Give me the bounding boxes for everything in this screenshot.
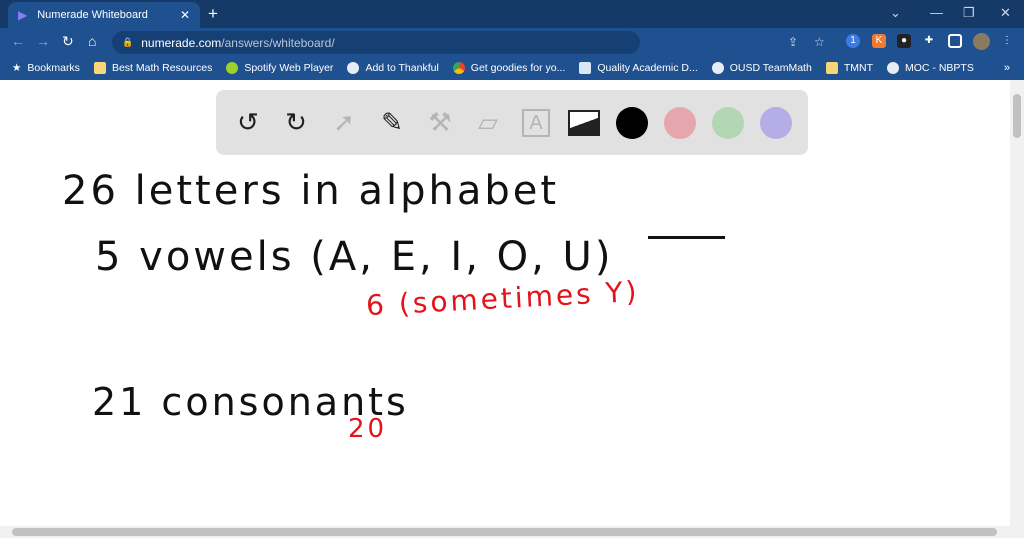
side-panel-icon[interactable] — [948, 34, 962, 48]
whiteboard-toolbar: ↺ ↻ ➚ ✎ ⚒ ▱ A — [216, 90, 808, 155]
back-button[interactable]: ← — [11, 33, 25, 49]
bookmarks-menu[interactable]: ★ Bookmarks — [12, 62, 80, 74]
home-button[interactable]: ⌂ — [88, 33, 96, 49]
address-bar[interactable]: 🔒 numerade.com/answers/whiteboard/ ⇪ ☆ — [112, 31, 825, 54]
globe-icon — [347, 62, 360, 74]
bookmark-label: Get goodies for yo... — [470, 62, 566, 74]
bookmark-item[interactable]: TMNT — [825, 62, 873, 74]
bookmark-item[interactable]: Spotify Web Player — [226, 62, 333, 74]
handwriting-note-20: 20 — [348, 414, 388, 444]
bookmark-label: TMNT — [843, 62, 873, 74]
select-pointer-icon[interactable]: ➚ — [328, 107, 360, 139]
bookmark-item[interactable]: Add to Thankful — [347, 62, 439, 74]
share-icon[interactable]: ⇪ — [788, 35, 798, 49]
doc-icon — [579, 62, 592, 74]
extensions-puzzle-icon[interactable]: ✚ — [922, 34, 936, 48]
bookmark-item[interactable]: OUSD TeamMath — [711, 62, 812, 74]
tab-title: Numerade Whiteboard — [37, 9, 148, 21]
folder-icon — [93, 62, 106, 74]
forward-button[interactable]: → — [36, 33, 50, 49]
color-green-swatch[interactable] — [712, 106, 744, 139]
password-extension-icon[interactable]: 1 — [846, 34, 860, 48]
globe-icon — [711, 62, 724, 74]
image-icon[interactable] — [568, 107, 600, 139]
close-window-button[interactable]: ✕ — [1000, 5, 1011, 21]
tab-numerade-whiteboard[interactable]: ▶ Numerade Whiteboard ✕ — [8, 2, 200, 28]
tools-icon[interactable]: ⚒ — [424, 107, 456, 139]
bookmark-label: OUSD TeamMath — [729, 62, 812, 74]
bookmark-star-icon[interactable]: ☆ — [814, 35, 825, 49]
bookmark-label: Quality Academic D... — [597, 62, 698, 74]
color-purple-swatch[interactable] — [760, 106, 792, 139]
folder-icon — [825, 62, 838, 74]
new-tab-button[interactable]: + — [208, 4, 218, 24]
close-tab-icon[interactable]: ✕ — [180, 8, 190, 22]
bookmark-label: Bookmarks — [27, 62, 80, 74]
url-path: /answers/whiteboard/ — [221, 35, 335, 50]
bookmark-item[interactable]: Quality Academic D... — [579, 62, 698, 74]
redo-icon[interactable]: ↻ — [280, 107, 312, 139]
profile-avatar[interactable] — [973, 33, 990, 50]
minimize-button[interactable]: — — [930, 5, 943, 20]
text-tool-icon[interactable]: A — [520, 107, 552, 139]
numerade-logo-icon: ▶ — [18, 8, 28, 22]
color-pink-swatch[interactable] — [664, 106, 696, 139]
pencil-icon[interactable]: ✎ — [376, 107, 408, 139]
bookmark-label: Spotify Web Player — [244, 62, 334, 74]
bookmark-label: Add to Thankful — [365, 62, 439, 74]
bookmarks-bar: ★ Bookmarks Best Math Resources Spotify W… — [0, 56, 1024, 80]
drawn-line — [648, 236, 725, 239]
camera-extension-icon[interactable]: ● — [897, 34, 911, 48]
chrome-icon — [452, 62, 465, 74]
bookmark-label: MOC - NBPTS — [905, 62, 974, 74]
undo-icon[interactable]: ↺ — [232, 107, 264, 139]
wordpress-icon — [887, 62, 899, 74]
menu-icon[interactable]: ⋮ — [1000, 34, 1014, 48]
vertical-scrollbar[interactable] — [1010, 80, 1024, 526]
horizontal-scrollbar[interactable] — [0, 526, 1024, 538]
handwriting-line-1: 26 letters in alphabet — [62, 168, 560, 214]
lock-icon: 🔒 — [122, 37, 134, 47]
handwriting-line-2: 5 vowels (A, E, I, O, U) — [95, 234, 614, 280]
bookmark-label: Best Math Resources — [111, 62, 213, 74]
url-host: numerade.com — [141, 35, 222, 50]
color-black-swatch[interactable] — [616, 106, 648, 139]
more-bookmarks-button[interactable]: » — [1004, 62, 1010, 74]
star-icon: ★ — [12, 62, 22, 74]
browser-toolbar: ← → ↻ ⌂ 🔒 numerade.com/answers/whiteboar… — [0, 28, 1024, 56]
tab-strip: ▶ Numerade Whiteboard ✕ + ⌄ — ❐ ✕ — [0, 0, 1024, 28]
bookmark-item[interactable]: Best Math Resources — [93, 62, 213, 74]
tab-search-icon[interactable]: ⌄ — [890, 5, 901, 21]
reload-button[interactable]: ↻ — [62, 33, 74, 50]
extension-icon[interactable]: K — [872, 34, 886, 48]
spotify-icon — [226, 62, 239, 74]
bookmark-item[interactable]: MOC - NBPTS — [887, 62, 974, 74]
eraser-icon[interactable]: ▱ — [472, 107, 504, 139]
restore-button[interactable]: ❐ — [963, 5, 975, 21]
bookmark-item[interactable]: Get goodies for yo... — [452, 62, 566, 74]
